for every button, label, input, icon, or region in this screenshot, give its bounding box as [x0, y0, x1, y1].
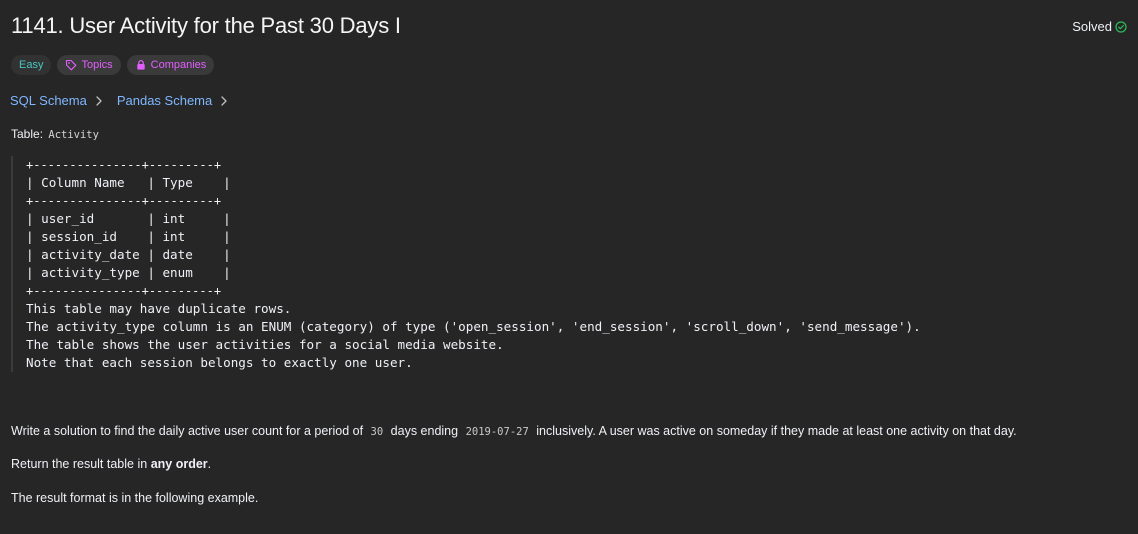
companies-tag-button[interactable]: Companies	[126, 55, 215, 75]
order-emphasis: any order	[150, 457, 208, 471]
check-circle-icon	[1115, 20, 1127, 33]
schema-note: This table may have duplicate rows.	[26, 301, 292, 316]
schema-border: +---------------+---------+	[26, 158, 222, 172]
schema-note: The activity_type column is an ENUM (cat…	[26, 319, 921, 334]
schema-note: Note that each session belongs to exactl…	[26, 355, 413, 370]
days-code: 30	[370, 426, 384, 438]
schema-links: SQL Schema Pandas Schema	[10, 93, 228, 108]
schema-code-block: +---------------+---------+ | Column Name…	[11, 156, 921, 372]
order-text: Return the result table in	[11, 457, 148, 471]
tag-icon	[65, 59, 77, 71]
schema-row: | activity_date | date |	[26, 247, 231, 262]
sql-schema-link[interactable]: SQL Schema	[10, 93, 103, 108]
date-code: 2019-07-27	[465, 426, 529, 438]
schema-row: | activity_type | enum |	[26, 265, 231, 280]
table-name: Activity	[48, 129, 99, 141]
chevron-right-icon	[95, 95, 103, 106]
table-label: Table:	[11, 127, 44, 141]
sql-schema-label: SQL Schema	[10, 93, 87, 108]
topics-label: Topics	[81, 59, 113, 71]
description-paragraph: Write a solution to find the daily activ…	[11, 424, 1017, 438]
solved-label: Solved	[1072, 19, 1112, 34]
schema-border: +---------------+---------+	[26, 194, 222, 208]
description-text: days ending	[390, 424, 459, 438]
order-paragraph: Return the result table in any order.	[11, 457, 211, 471]
difficulty-badge: Easy	[11, 55, 52, 75]
schema-border: +---------------+---------+	[26, 284, 222, 298]
description-text: inclusively. A user was active on someda…	[536, 424, 1017, 438]
companies-label: Companies	[150, 59, 207, 71]
schema-row: | user_id | int |	[26, 211, 231, 226]
schema-header: | Column Name | Type |	[26, 175, 231, 190]
solved-status: Solved	[1072, 19, 1127, 34]
schema-note: The table shows the user activities for …	[26, 337, 504, 352]
pandas-schema-label: Pandas Schema	[116, 93, 213, 108]
problem-title: 1141. User Activity for the Past 30 Days…	[11, 13, 401, 38]
pandas-schema-link[interactable]: Pandas Schema	[117, 93, 228, 108]
chevron-right-icon	[220, 95, 228, 106]
description-text: Write a solution to find the daily activ…	[11, 424, 364, 438]
lock-icon	[135, 59, 147, 71]
table-intro: Table: Activity	[11, 127, 99, 141]
order-period: .	[207, 457, 212, 471]
tag-row: Easy Topics Companies	[11, 55, 215, 75]
schema-row: | session_id | int |	[26, 229, 231, 244]
format-paragraph: The result format is in the following ex…	[11, 491, 259, 505]
difficulty-label: Easy	[19, 59, 44, 71]
topics-tag-button[interactable]: Topics	[57, 55, 121, 75]
